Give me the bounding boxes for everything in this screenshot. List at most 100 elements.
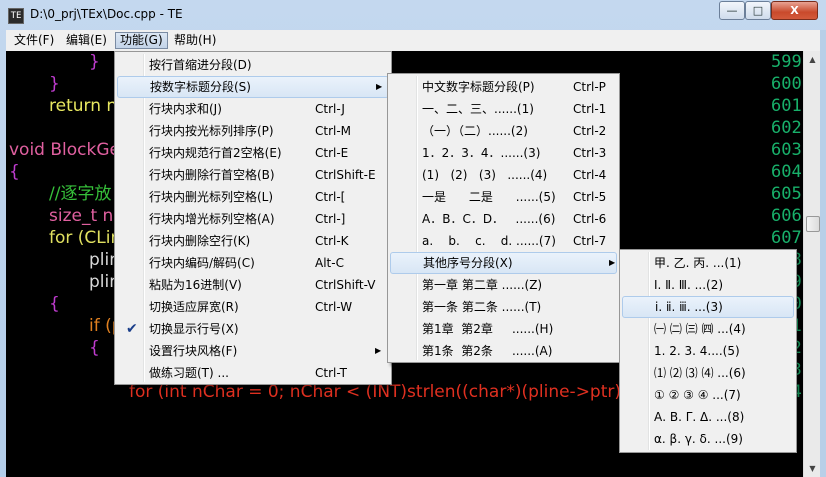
numeric-menu-item[interactable]: A．B．C．D． ......(6) Ctrl-6 bbox=[390, 208, 617, 230]
numeric-menu-item[interactable]: （一）（二）......(2) Ctrl-2 bbox=[390, 120, 617, 142]
other-menu-item[interactable]: α. β. γ. δ. ...(9) bbox=[622, 428, 794, 450]
other-menu-item-label: ⅰ. ⅱ. ⅲ. ...(3) bbox=[655, 300, 723, 314]
numeric-menu-item[interactable]: 1．2．3．4．......(3) Ctrl-3 bbox=[390, 142, 617, 164]
numeric-menu-item-shortcut: Ctrl-5 bbox=[573, 190, 607, 204]
function-menu-item-label: 做练习题(T) ... bbox=[149, 366, 229, 380]
line-number: 602 bbox=[771, 118, 802, 138]
menu-file[interactable]: 文件(F) bbox=[10, 32, 58, 49]
function-menu-item[interactable]: 行块内规范行首2空格(E) Ctrl-E bbox=[117, 142, 389, 164]
line-number: 603 bbox=[771, 140, 802, 160]
code-line: } bbox=[89, 52, 100, 72]
line-number: 601 bbox=[771, 96, 802, 116]
other-menu-item-label: ① ② ③ ④ ...(7) bbox=[654, 388, 741, 402]
numeric-menu-item-label: （一）（二）......(2) bbox=[422, 124, 528, 138]
numeric-menu-item[interactable]: a. b. c. d. ......(7) Ctrl-7 bbox=[390, 230, 617, 252]
function-menu-item-shortcut: Ctrl-[ bbox=[315, 190, 346, 204]
submenu-arrow-icon: ▶ bbox=[609, 258, 616, 267]
scroll-down-icon[interactable]: ▼ bbox=[804, 460, 821, 477]
function-menu-item-label: 行块内删除行首空格(B) bbox=[149, 168, 275, 182]
function-menu-item-label: 按行首缩进分段(D) bbox=[149, 58, 252, 72]
function-menu-item-shortcut: Ctrl-] bbox=[315, 212, 346, 226]
function-menu-item[interactable]: 行块内编码/解码(C) Alt-C bbox=[117, 252, 389, 274]
code-line: size_t n bbox=[49, 206, 114, 226]
function-menu-item-shortcut: Ctrl-K bbox=[315, 234, 349, 248]
code-line: void BlockGe bbox=[9, 140, 120, 160]
other-menu-item[interactable]: ㈠ ㈡ ㈢ ㈣ ...(4) bbox=[622, 318, 794, 340]
other-menu-item-label: 1. 2. 3. 4....(5) bbox=[654, 344, 740, 358]
line-number: 605 bbox=[771, 184, 802, 204]
close-button[interactable]: X bbox=[771, 1, 818, 20]
function-menu-item-shortcut: Alt-C bbox=[315, 256, 344, 270]
numeric-menu-item[interactable]: 其他序号分段(X) ▶ bbox=[390, 252, 617, 274]
menu-help[interactable]: 帮助(H) bbox=[170, 32, 220, 49]
numeric-menu-item[interactable]: 第一条 第二条 ......(T) bbox=[390, 296, 617, 318]
title-bar[interactable]: TE D:\0_prj\TEx\Doc.cpp - TE — □ X bbox=[0, 0, 826, 30]
line-number: 606 bbox=[771, 206, 802, 226]
function-menu-item[interactable]: 粘贴为16进制(V) CtrlShift-V bbox=[117, 274, 389, 296]
numeric-menu-item[interactable]: (1) (2) (3) ......(4) Ctrl-4 bbox=[390, 164, 617, 186]
other-menu-item[interactable]: Α. Β. Γ. Δ. ...(8) bbox=[622, 406, 794, 428]
minimize-icon: — bbox=[726, 4, 738, 17]
function-menu-item-label: 行块内删除空行(K) bbox=[149, 234, 251, 248]
numeric-heading-submenu: 中文数字标题分段(P) Ctrl-P 一、二、三、......(1) Ctrl-1 （一… bbox=[387, 73, 620, 363]
numeric-menu-item[interactable]: 一、二、三、......(1) Ctrl-1 bbox=[390, 98, 617, 120]
numeric-menu-item-label: 第一章 第二章 ......(Z) bbox=[422, 278, 543, 292]
scroll-thumb[interactable] bbox=[806, 216, 820, 232]
line-number: 599 bbox=[771, 52, 802, 72]
function-menu-item[interactable]: 行块内求和(J) Ctrl-J bbox=[117, 98, 389, 120]
other-menu-item[interactable]: ⅰ. ⅱ. ⅲ. ...(3) bbox=[622, 296, 794, 318]
numeric-menu-item[interactable]: 第1章 第2章 ......(H) bbox=[390, 318, 617, 340]
function-menu-item[interactable]: 按数字标题分段(S) ▶ bbox=[117, 76, 389, 98]
numeric-menu-item-label: 第1章 第2章 ......(H) bbox=[422, 322, 554, 336]
function-menu-item[interactable]: 切换显示行号(X) ✔ bbox=[117, 318, 389, 340]
window-title: D:\0_prj\TEx\Doc.cpp - TE bbox=[30, 7, 183, 21]
numeric-menu-item[interactable]: 一是 二是 ......(5) Ctrl-5 bbox=[390, 186, 617, 208]
vertical-scrollbar[interactable]: ▲ ▼ bbox=[803, 51, 821, 477]
numeric-menu-item-shortcut: Ctrl-3 bbox=[573, 146, 607, 160]
function-menu-item[interactable]: 做练习题(T) ... Ctrl-T bbox=[117, 362, 389, 384]
function-menu-item[interactable]: 行块内删光标列空格(L) Ctrl-[ bbox=[117, 186, 389, 208]
code-line: { bbox=[89, 338, 100, 358]
menu-edit[interactable]: 编辑(E) bbox=[62, 32, 111, 49]
function-menu-item[interactable]: 按行首缩进分段(D) bbox=[117, 54, 389, 76]
maximize-button[interactable]: □ bbox=[745, 1, 771, 20]
numeric-menu-item-shortcut: Ctrl-2 bbox=[573, 124, 607, 138]
function-menu-item[interactable]: 行块内删除空行(K) Ctrl-K bbox=[117, 230, 389, 252]
app-icon: TE bbox=[8, 8, 24, 24]
numeric-menu-item[interactable]: 中文数字标题分段(P) Ctrl-P bbox=[390, 76, 617, 98]
numeric-menu-item-shortcut: Ctrl-6 bbox=[573, 212, 607, 226]
numeric-menu-item-label: 一是 二是 ......(5) bbox=[422, 190, 556, 204]
other-menu-item-label: Α. Β. Γ. Δ. ...(8) bbox=[654, 410, 745, 424]
other-menu-item[interactable]: 1. 2. 3. 4....(5) bbox=[622, 340, 794, 362]
numeric-menu-item-label: 其他序号分段(X) bbox=[423, 256, 513, 270]
other-menu-item[interactable]: 甲. 乙. 丙. ...(1) bbox=[622, 252, 794, 274]
function-menu-item[interactable]: 切换适应屏宽(R) Ctrl-W bbox=[117, 296, 389, 318]
numeric-menu-item-label: A．B．C．D． ......(6) bbox=[422, 212, 556, 226]
minimize-button[interactable]: — bbox=[719, 1, 745, 20]
numeric-menu-item-shortcut: Ctrl-P bbox=[573, 80, 606, 94]
function-menu-item[interactable]: 行块内按光标列排序(P) Ctrl-M bbox=[117, 120, 389, 142]
scroll-up-icon[interactable]: ▲ bbox=[804, 51, 821, 68]
function-menu-item[interactable]: 行块内增光标列空格(A) Ctrl-] bbox=[117, 208, 389, 230]
other-menu-item[interactable]: ① ② ③ ④ ...(7) bbox=[622, 384, 794, 406]
other-menu-item[interactable]: Ⅰ. Ⅱ. Ⅲ. ...(2) bbox=[622, 274, 794, 296]
function-menu-item-shortcut: Ctrl-J bbox=[315, 102, 345, 116]
numeric-menu-item-label: 1．2．3．4．......(3) bbox=[422, 146, 541, 160]
menu-function[interactable]: 功能(G) bbox=[115, 32, 168, 49]
other-menu-item-label: ⑴ ⑵ ⑶ ⑷ ...(6) bbox=[654, 366, 746, 380]
function-menu-item-shortcut: CtrlShift-V bbox=[315, 278, 376, 292]
line-number: 607 bbox=[771, 228, 802, 248]
function-menu-item-label: 行块内按光标列排序(P) bbox=[149, 124, 274, 138]
numeric-menu-item-label: (1) (2) (3) ......(4) bbox=[422, 168, 548, 182]
numeric-menu-item[interactable]: 第1条 第2条 ......(A) bbox=[390, 340, 617, 362]
function-menu-item-label: 切换显示行号(X) bbox=[149, 322, 239, 336]
function-menu-item-label: 行块内求和(J) bbox=[149, 102, 222, 116]
other-menu-item[interactable]: ⑴ ⑵ ⑶ ⑷ ...(6) bbox=[622, 362, 794, 384]
function-menu-item-label: 按数字标题分段(S) bbox=[150, 80, 251, 94]
function-menu-item-shortcut: Ctrl-W bbox=[315, 300, 353, 314]
numeric-menu-item[interactable]: 第一章 第二章 ......(Z) bbox=[390, 274, 617, 296]
other-menu-item-label: α. β. γ. δ. ...(9) bbox=[654, 432, 743, 446]
function-menu-item[interactable]: 行块内删除行首空格(B) CtrlShift-E bbox=[117, 164, 389, 186]
function-menu-item-shortcut: Ctrl-T bbox=[315, 366, 347, 380]
function-menu-item[interactable]: 设置行块风格(F) ▶ bbox=[117, 340, 389, 362]
